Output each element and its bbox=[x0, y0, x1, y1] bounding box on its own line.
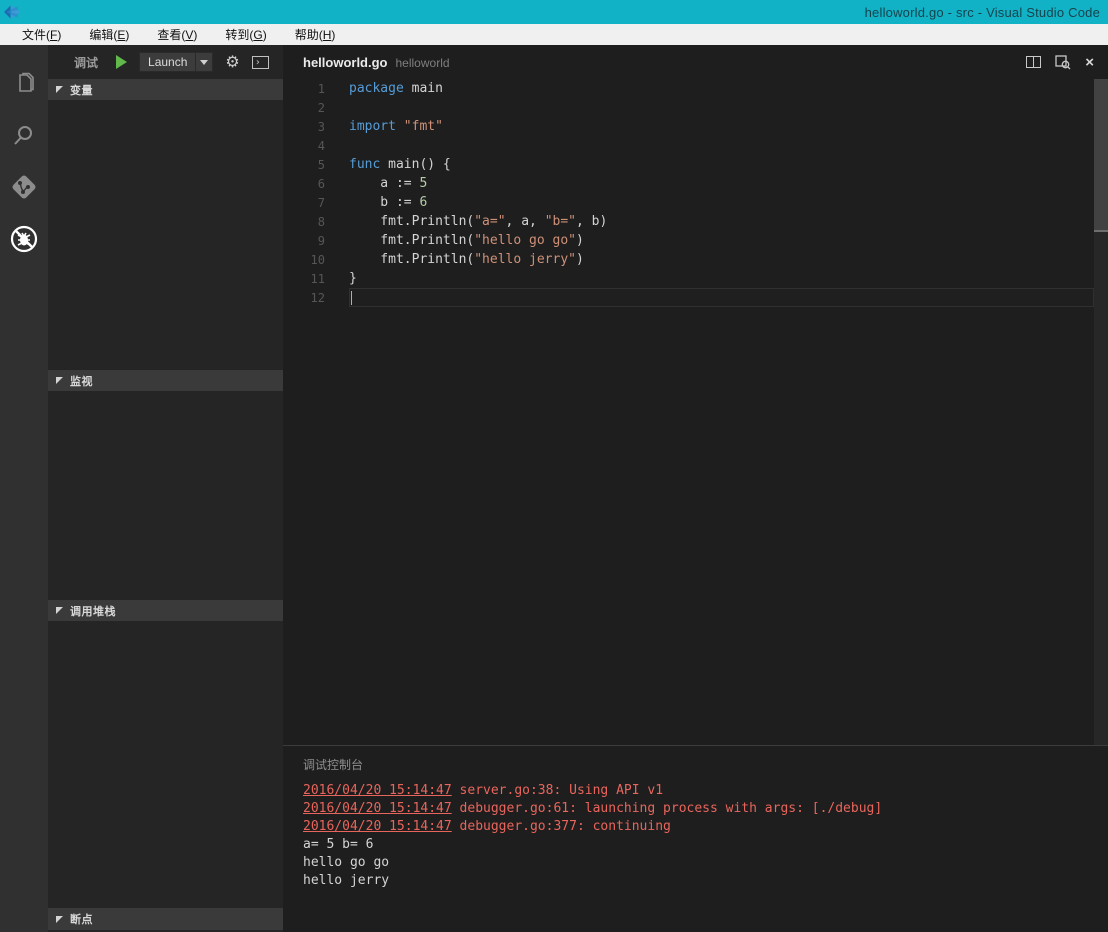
code-text bbox=[349, 288, 1094, 307]
code-line: 7 b := 6 bbox=[283, 193, 1108, 212]
code-text: func main() { bbox=[349, 157, 451, 172]
launch-config-label: Launch bbox=[148, 55, 188, 69]
variables-pane bbox=[48, 100, 283, 370]
workbench: 调试 Launch ⚙ › 变量 监视 调用堆栈 断点 helloworld.g… bbox=[0, 45, 1108, 932]
tab-filename: helloworld.go bbox=[303, 54, 388, 70]
twistie-expanded-icon bbox=[56, 915, 63, 923]
code-editor[interactable]: 1 package main 2 3 import "fmt" 4 5 func main()… bbox=[283, 79, 1108, 745]
source-control-git-icon[interactable] bbox=[0, 161, 48, 213]
line-number[interactable]: 3 bbox=[283, 120, 349, 134]
code-text: fmt.Println("hello jerry") bbox=[349, 252, 584, 267]
log-timestamp-link[interactable]: 2016/04/20 15:14:47 bbox=[303, 783, 452, 798]
debug-toolbar: 调试 Launch ⚙ › bbox=[48, 45, 283, 79]
line-number[interactable]: 7 bbox=[283, 196, 349, 210]
debug-console-panel: 调试控制台 2016/04/20 15:14:47 server.go:38: … bbox=[283, 745, 1108, 932]
menu-item-v[interactable]: 查看(V) bbox=[143, 26, 211, 43]
line-number[interactable]: 8 bbox=[283, 215, 349, 229]
code-line: 8 fmt.Println("a=", a, "b=", b) bbox=[283, 212, 1108, 231]
line-number[interactable]: 6 bbox=[283, 177, 349, 191]
log-timestamp-link[interactable]: 2016/04/20 15:14:47 bbox=[303, 801, 452, 816]
tab-helloworld-go[interactable]: helloworld.go helloworld bbox=[303, 55, 450, 70]
code-text: fmt.Println("hello go go") bbox=[349, 233, 584, 248]
line-number[interactable]: 11 bbox=[283, 272, 349, 286]
title-bar: helloworld.go - src - Visual Studio Code bbox=[0, 0, 1108, 24]
debug-sidebar: 调试 Launch ⚙ › 变量 监视 调用堆栈 断点 bbox=[48, 45, 283, 932]
editor-area: helloworld.go helloworld × 1 package mai… bbox=[283, 45, 1108, 932]
code-line: 11} bbox=[283, 269, 1108, 288]
code-text: fmt.Println("a=", a, "b=", b) bbox=[349, 214, 608, 229]
editor-scrollbar bbox=[1094, 79, 1108, 745]
line-number[interactable]: 2 bbox=[283, 101, 349, 115]
log-timestamp-link[interactable]: 2016/04/20 15:14:47 bbox=[303, 819, 452, 834]
scrollbar-thumb[interactable] bbox=[1094, 79, 1108, 232]
section-header-watch[interactable]: 监视 bbox=[48, 370, 283, 391]
twistie-expanded-icon bbox=[56, 607, 63, 614]
code-text: } bbox=[349, 271, 357, 286]
launch-config-dropdown[interactable]: Launch bbox=[139, 52, 214, 72]
line-number[interactable]: 9 bbox=[283, 234, 349, 248]
code-line: 3 import "fmt" bbox=[283, 117, 1108, 136]
text-cursor bbox=[351, 291, 352, 305]
line-number[interactable]: 1 bbox=[283, 82, 349, 96]
search-icon[interactable] bbox=[0, 109, 48, 161]
console-line: 2016/04/20 15:14:47 debugger.go:61: laun… bbox=[303, 801, 883, 816]
code-line: 5 func main() { bbox=[283, 155, 1108, 174]
menu-item-h[interactable]: 帮助(H) bbox=[281, 26, 350, 43]
console-line: a= 5 b= 6 bbox=[303, 837, 374, 852]
window-title: helloworld.go - src - Visual Studio Code bbox=[864, 4, 1100, 20]
editor-actions: × bbox=[1026, 55, 1094, 70]
section-header-breakpoints[interactable]: 断点 bbox=[48, 908, 283, 930]
line-number[interactable]: 10 bbox=[283, 253, 349, 267]
console-line: 2016/04/20 15:14:47 server.go:38: Using … bbox=[303, 783, 664, 798]
code-line: 12 bbox=[283, 288, 1108, 307]
code-text: b := 6 bbox=[349, 195, 428, 210]
chevron-down-icon bbox=[195, 53, 212, 71]
code-line: 2 bbox=[283, 98, 1108, 117]
code-line: 9 fmt.Println("hello go go") bbox=[283, 231, 1108, 250]
console-line: hello go go bbox=[303, 855, 390, 870]
debug-console-title: 调试控制台 bbox=[303, 758, 364, 772]
line-number[interactable]: 4 bbox=[283, 139, 349, 153]
open-debug-console-icon[interactable]: › bbox=[251, 55, 269, 69]
close-icon[interactable]: × bbox=[1085, 55, 1094, 70]
watch-pane bbox=[48, 391, 283, 600]
code-text: import "fmt" bbox=[349, 119, 443, 134]
preview-search-icon[interactable] bbox=[1055, 54, 1071, 70]
callstack-pane bbox=[48, 621, 283, 908]
console-line: 2016/04/20 15:14:47 debugger.go:377: con… bbox=[303, 819, 671, 834]
code-text: a := 5 bbox=[349, 176, 428, 191]
vscode-logo-icon bbox=[3, 2, 23, 22]
code-line: 10 fmt.Println("hello jerry") bbox=[283, 250, 1108, 269]
section-header-callstack[interactable]: 调用堆栈 bbox=[48, 600, 283, 621]
code-text: package main bbox=[349, 81, 443, 96]
menu-item-g[interactable]: 转到(G) bbox=[211, 26, 280, 43]
menu-bar: 文件(F) 编辑(E) 查看(V) 转到(G) 帮助(H) bbox=[0, 24, 1108, 45]
code-line: 1 package main bbox=[283, 79, 1108, 98]
debug-no-bug-icon[interactable] bbox=[0, 213, 48, 265]
code-line: 4 bbox=[283, 136, 1108, 155]
line-number[interactable]: 5 bbox=[283, 158, 349, 172]
code-line: 6 a := 5 bbox=[283, 174, 1108, 193]
explorer-files-icon[interactable] bbox=[0, 57, 48, 109]
console-line: hello jerry bbox=[303, 873, 390, 888]
editor-title-bar: helloworld.go helloworld × bbox=[283, 45, 1108, 79]
sidebar-title: 调试 bbox=[74, 55, 99, 70]
start-debugging-icon[interactable] bbox=[116, 55, 128, 69]
line-number[interactable]: 12 bbox=[283, 291, 349, 305]
vscode-window: helloworld.go - src - Visual Studio Code… bbox=[0, 0, 1108, 932]
twistie-expanded-icon bbox=[56, 86, 63, 93]
twistie-expanded-icon bbox=[56, 377, 63, 384]
section-header-variables[interactable]: 变量 bbox=[48, 79, 283, 100]
configure-launch-icon[interactable]: ⚙ bbox=[225, 54, 239, 70]
menu-item-f[interactable]: 文件(F) bbox=[8, 26, 75, 43]
activity-bar bbox=[0, 45, 48, 932]
tab-folder: helloworld bbox=[395, 55, 450, 70]
split-editor-icon[interactable] bbox=[1026, 56, 1042, 68]
menu-item-e[interactable]: 编辑(E) bbox=[75, 26, 143, 43]
